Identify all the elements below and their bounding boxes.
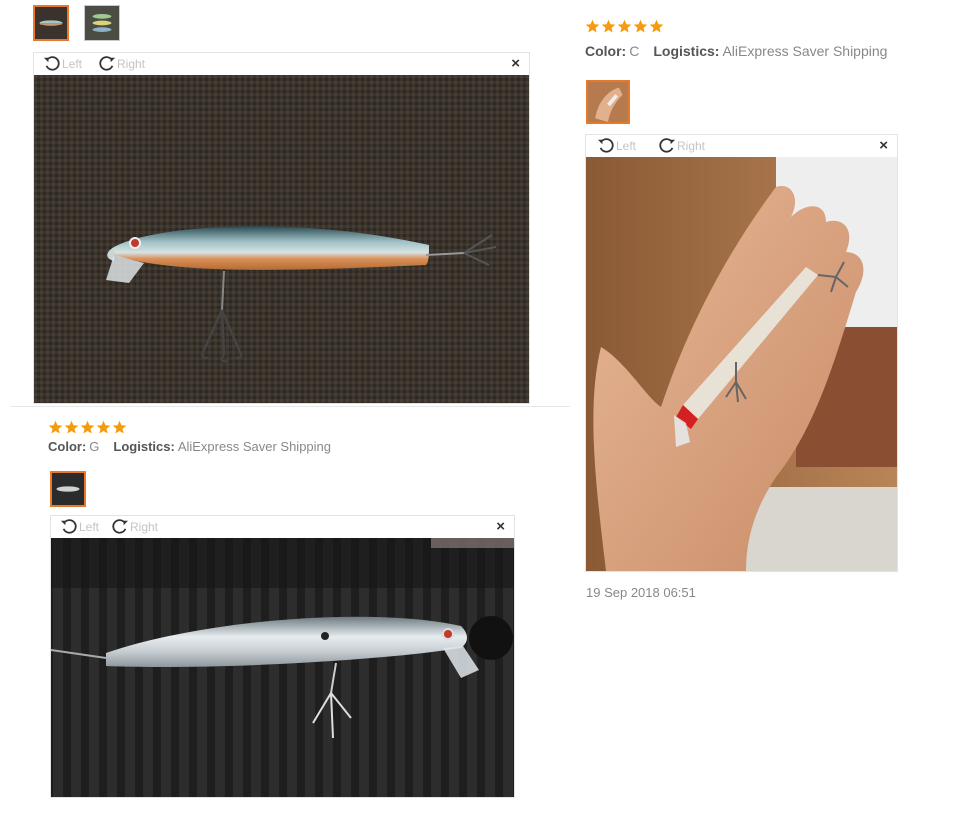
rotate-right-button[interactable]: Right — [98, 54, 145, 74]
logistics-value: AliExpress Saver Shipping — [722, 43, 888, 59]
star-icon — [649, 19, 664, 33]
review-1-photo — [34, 75, 529, 403]
rotate-right-icon — [659, 138, 676, 153]
star-icon — [48, 420, 63, 434]
review-3-meta: Color: C Logistics: AliExpress Saver Shippi… — [585, 43, 887, 59]
review-3-image-viewer: Left Right × — [585, 134, 898, 572]
hand-with-lure-thumbnail-image — [588, 82, 628, 122]
close-viewer-button[interactable]: × — [496, 519, 505, 535]
review-3-thumbnail-1[interactable] — [586, 80, 630, 124]
viewer-toolbar: Left Right × — [586, 135, 897, 157]
review-1-image-viewer: Left Right × — [33, 52, 530, 404]
viewer-toolbar: Left Right × — [51, 516, 514, 538]
color-label: Color: — [48, 439, 87, 454]
rotate-left-label: Left — [62, 57, 83, 71]
star-icon — [633, 19, 648, 33]
review-1-thumbnail-2[interactable] — [84, 5, 120, 41]
viewer-toolbar: Left Right × — [34, 53, 529, 75]
rotate-right-button[interactable]: Right — [111, 517, 158, 537]
review-1-thumbnail-1[interactable] — [33, 5, 69, 41]
fishing-lure-on-car-mat-image — [51, 538, 514, 797]
rotate-right-label: Right — [117, 57, 146, 71]
logistics-label: Logistics: — [113, 439, 175, 454]
star-icon — [80, 420, 95, 434]
rotate-left-label: Left — [616, 139, 637, 153]
review-2-thumbnail-1[interactable] — [50, 471, 86, 507]
lure-thumbnail-image — [52, 473, 84, 505]
review-2-photo — [51, 538, 514, 797]
review-3-date: 19 Sep 2018 06:51 — [586, 585, 696, 600]
rotate-right-icon — [99, 56, 116, 71]
close-viewer-button[interactable]: × — [879, 138, 888, 154]
hand-holding-fishing-lure-image — [586, 157, 897, 571]
review-2-rating-stars — [48, 420, 127, 435]
lure-thumbnail-image — [85, 6, 119, 40]
rotate-left-button[interactable]: Left — [60, 517, 99, 537]
star-icon — [585, 19, 600, 33]
review-3-rating-stars — [585, 19, 664, 34]
rotate-left-label: Left — [79, 520, 100, 534]
rotate-left-button[interactable]: Left — [597, 136, 636, 156]
lure-thumbnail-image — [35, 7, 67, 39]
rotate-left-icon — [597, 138, 614, 153]
review-3-photo — [586, 157, 897, 571]
rotate-right-icon — [112, 519, 129, 534]
review-divider — [10, 406, 570, 407]
logistics-label: Logistics: — [653, 43, 720, 59]
rotate-right-label: Right — [677, 139, 706, 153]
color-label: Color: — [585, 43, 627, 59]
fishing-lure-on-fabric-image — [34, 75, 529, 403]
star-icon — [64, 420, 79, 434]
rotate-right-label: Right — [130, 520, 159, 534]
star-icon — [112, 420, 127, 434]
review-gallery-page: Left Right × Color: G Logistics: AliExpr… — [0, 0, 960, 838]
rotate-right-button[interactable]: Right — [658, 136, 705, 156]
review-2-image-viewer: Left Right × — [50, 515, 515, 798]
star-icon — [96, 420, 111, 434]
rotate-left-icon — [43, 56, 60, 71]
star-icon — [601, 19, 616, 33]
logistics-value: AliExpress Saver Shipping — [177, 439, 332, 454]
rotate-left-button[interactable]: Left — [43, 54, 82, 74]
rotate-left-icon — [60, 519, 77, 534]
color-value: C — [629, 43, 640, 59]
review-2-meta: Color: G Logistics: AliExpress Saver Shippi… — [48, 439, 331, 454]
star-icon — [617, 19, 632, 33]
color-value: G — [89, 439, 100, 454]
close-viewer-button[interactable]: × — [511, 56, 520, 72]
